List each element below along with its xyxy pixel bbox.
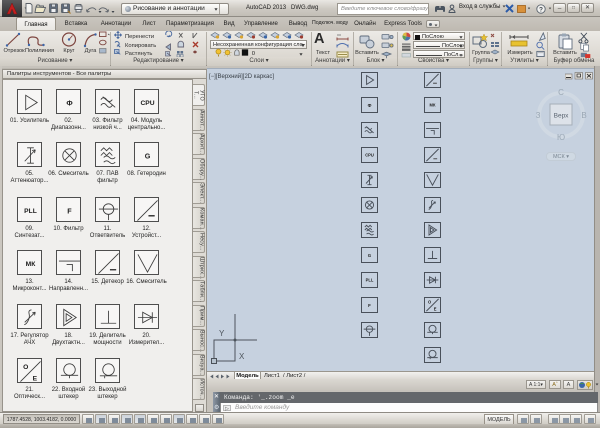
svg-text:В: В bbox=[581, 111, 586, 120]
svg-text:O: O bbox=[428, 300, 431, 305]
svg-text:F: F bbox=[368, 303, 371, 308]
svg-text:МК: МК bbox=[430, 103, 436, 108]
svg-text:Φ: Φ bbox=[368, 103, 372, 108]
svg-text:?: ? bbox=[539, 6, 543, 13]
svg-text:З: З bbox=[536, 111, 541, 120]
svg-text:Ю: Ю bbox=[557, 133, 565, 142]
svg-text:С: С bbox=[558, 88, 564, 97]
svg-text:Верх: Верх bbox=[554, 113, 569, 120]
svg-text:0: 0 bbox=[252, 51, 256, 57]
svg-text:CPU: CPU bbox=[365, 153, 374, 158]
svg-text:G: G bbox=[368, 253, 372, 258]
svg-text:X: X bbox=[239, 352, 245, 361]
svg-text:PLL: PLL bbox=[366, 278, 374, 283]
svg-text:Y: Y bbox=[219, 329, 225, 338]
svg-text:E: E bbox=[434, 307, 437, 312]
